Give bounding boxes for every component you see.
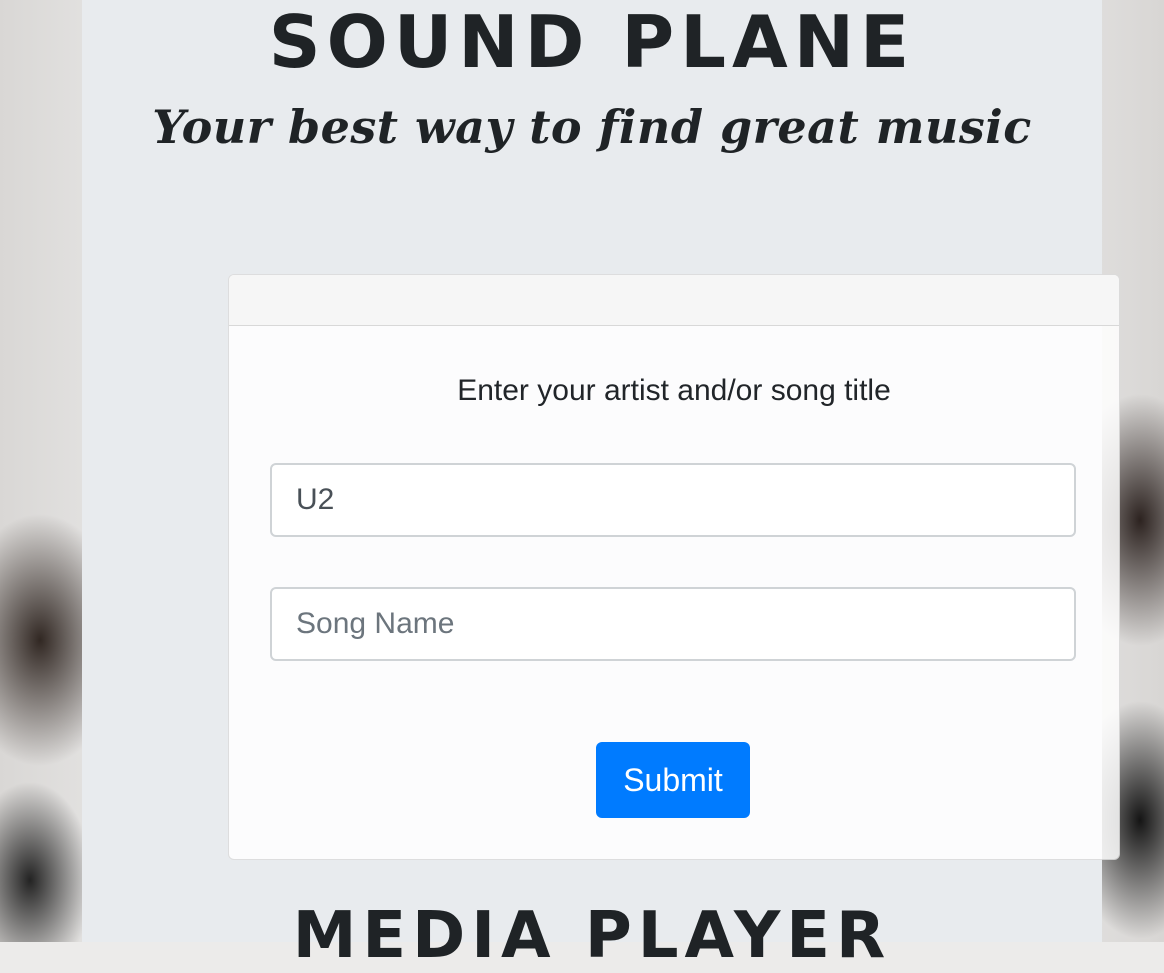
main-container: Sound Plane Your best way to find great … — [82, 0, 1102, 942]
media-player-title: Media Player — [82, 904, 1102, 968]
page-title: Sound Plane — [82, 6, 1102, 78]
song-name-input[interactable] — [270, 587, 1076, 661]
card-header — [229, 275, 1119, 326]
search-card: Enter your artist and/or song title Subm… — [228, 274, 1120, 860]
submit-button[interactable]: Submit — [596, 742, 750, 818]
artist-input[interactable] — [270, 463, 1076, 537]
search-instruction: Enter your artist and/or song title — [229, 373, 1119, 409]
page-subtitle: Your best way to find great music — [82, 104, 1102, 150]
card-body: Enter your artist and/or song title Subm… — [229, 326, 1119, 859]
